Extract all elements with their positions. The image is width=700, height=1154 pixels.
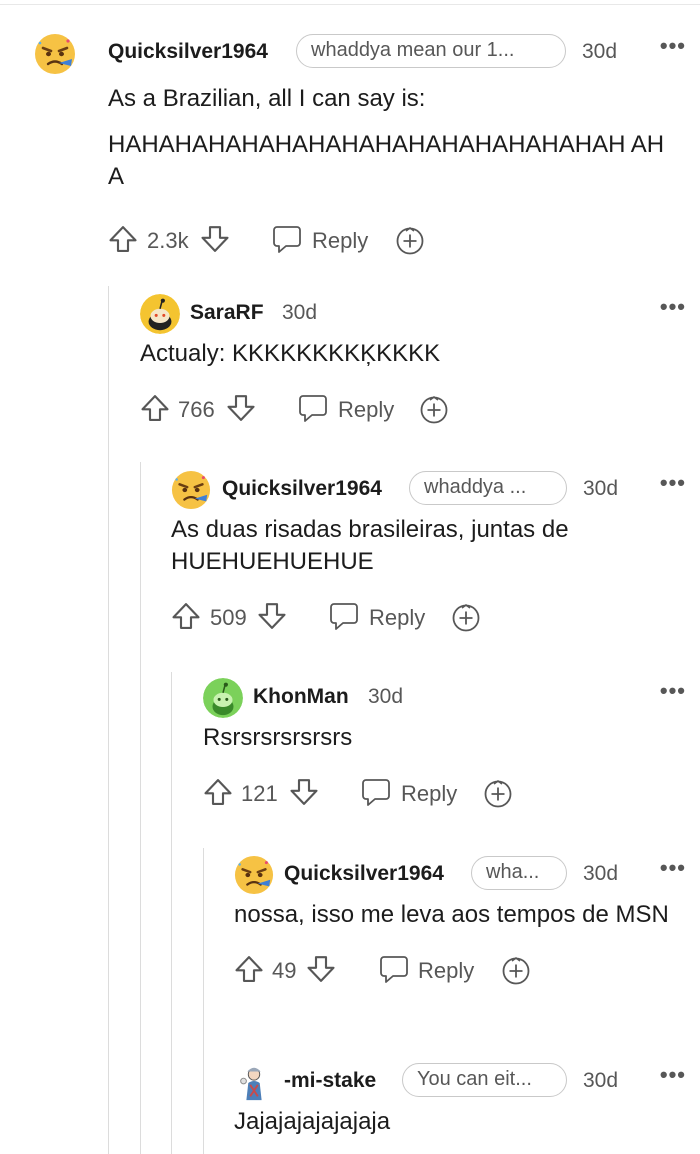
comment-age: 30d [583,1069,619,1092]
more-options-icon[interactable]: ••• [660,680,686,702]
top-divider [0,4,700,5]
upvote-icon[interactable] [108,224,138,254]
avatar[interactable] [171,470,211,510]
thread-line[interactable] [171,672,172,1154]
comment-header: Quicksilver1964 whaddya mean our 1... 30… [34,33,686,77]
comment: Quicksilver1964 whaddya ... 30d ••• As d… [171,470,686,638]
award-icon[interactable] [483,779,513,809]
comment-actions: 121 Reply [203,774,686,814]
comment-age: 30d [582,40,618,63]
upvote-icon[interactable] [171,601,201,631]
reply-icon[interactable] [272,225,302,253]
user-flair: whaddya ... [409,471,567,505]
more-options-icon[interactable]: ••• [660,35,686,57]
comment-text: As duas risadas brasileiras, juntas de H… [171,516,569,575]
comment-text: As a Brazilian, all I can say is: [108,85,426,112]
vote-count: 121 [241,781,278,806]
vote-count: 509 [210,605,247,630]
user-flair: wha... [471,856,567,890]
thread-line[interactable] [140,462,141,1154]
username[interactable]: KhonMan [253,685,349,709]
more-options-icon[interactable]: ••• [660,296,686,318]
avatar[interactable] [234,1062,274,1102]
username[interactable]: Quicksilver1964 [222,477,382,501]
award-icon[interactable] [501,956,531,986]
comment-body: Jajajajajajajaja [234,1106,686,1138]
comment-text: nossa, isso me leva aos tempos de MSN [234,901,669,928]
reply-button[interactable]: Reply [401,781,457,807]
angry-emoji-icon [34,33,76,75]
more-options-icon[interactable]: ••• [660,472,686,494]
award-icon[interactable] [419,395,449,425]
comment-header: Quicksilver1964 whaddya ... 30d ••• [171,470,686,514]
comment-text: Rsrsrsrsrsrsrs [203,724,353,751]
thread-line[interactable] [203,848,204,1154]
username[interactable]: Quicksilver1964 [284,862,444,886]
comment: Quicksilver1964 wha... 30d ••• nossa, is… [234,855,686,991]
user-flair: whaddya mean our 1... [296,34,566,68]
award-icon[interactable] [395,226,425,256]
character-icon [234,1062,274,1102]
comment: Quicksilver1964 whaddya mean our 1... 30… [34,33,686,261]
vote-count: 766 [178,397,215,422]
upvote-icon[interactable] [140,393,170,423]
comment-header: SaraRF 30d ••• [140,294,686,338]
upvote-icon[interactable] [234,954,264,984]
avatar[interactable] [203,678,243,718]
reply-icon[interactable] [298,394,328,422]
comment-body: Actualy: KKKKKKKKĶKKKK [140,338,686,370]
angry-emoji-icon [171,470,211,510]
comment-header: -mi-stake You can eit... 30d ••• [234,1062,686,1106]
vote-count: 2.3k [147,228,189,253]
comment-text: Actualy: KKKKKKKKĶKKKK [140,340,441,367]
comment-header: KhonMan 30d ••• [203,678,686,722]
snoo-icon [140,294,180,334]
comment-age: 30d [368,685,404,708]
downvote-icon[interactable] [306,954,336,984]
award-icon[interactable] [451,603,481,633]
reply-button[interactable]: Reply [312,228,368,254]
downvote-icon[interactable] [289,777,319,807]
comment-body: As a Brazilian, all I can say is: HAHAHA… [108,83,686,193]
comment-age: 30d [282,301,318,324]
comment-body: As duas risadas brasileiras, juntas de H… [171,514,641,578]
comment-age: 30d [583,862,619,885]
reply-button[interactable]: Reply [369,605,425,631]
comment-body: nossa, isso me leva aos tempos de MSN [234,899,674,931]
comment: KhonMan 30d ••• Rsrsrsrsrsrsrs 121 Reply [203,678,686,814]
comment-text: HAHAHAHAHAHAHAHAHAHAHAHAHAHAHAH AHA [108,131,665,190]
username[interactable]: SaraRF [190,301,264,325]
username[interactable]: -mi-stake [284,1069,376,1093]
downvote-icon[interactable] [200,224,230,254]
user-flair: You can eit... [402,1063,567,1097]
comment-age: 30d [583,477,619,500]
thread-line[interactable] [108,286,109,1154]
reply-icon[interactable] [379,955,409,983]
comment: -mi-stake You can eit... 30d ••• Jajajaj… [234,1062,686,1138]
avatar[interactable] [34,33,76,75]
comment-body: Rsrsrsrsrsrsrs [203,722,686,754]
angry-emoji-icon [234,855,274,895]
vote-count: 49 [272,958,297,983]
comment: SaraRF 30d ••• Actualy: KKKKKKKKĶKKKK 76… [140,294,686,430]
avatar[interactable] [234,855,274,895]
upvote-icon[interactable] [203,777,233,807]
reply-icon[interactable] [329,602,359,630]
reply-icon[interactable] [361,778,391,806]
downvote-icon[interactable] [226,393,256,423]
more-options-icon[interactable]: ••• [660,1064,686,1086]
comment-header: Quicksilver1964 wha... 30d ••• [234,855,686,899]
more-options-icon[interactable]: ••• [660,857,686,879]
reply-button[interactable]: Reply [418,958,474,984]
reply-button[interactable]: Reply [338,397,394,423]
comment-text: Jajajajajajajaja [234,1108,391,1135]
comment-actions: 2.3k Reply [108,221,686,261]
comment-actions: 49 Reply [234,951,686,991]
username[interactable]: Quicksilver1964 [108,40,268,64]
snoo-icon [203,678,243,718]
comment-actions: 509 Reply [171,598,686,638]
downvote-icon[interactable] [257,601,287,631]
avatar[interactable] [140,294,180,334]
comment-actions: 766 Reply [140,390,686,430]
